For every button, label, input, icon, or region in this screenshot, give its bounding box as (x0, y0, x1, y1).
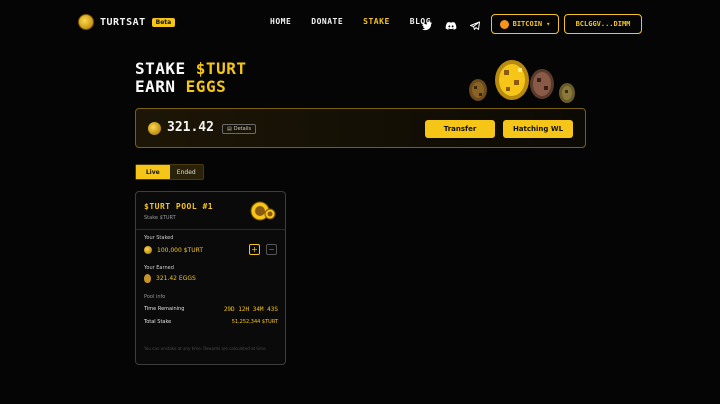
total-stake-value: 51,252,344 $TURT (231, 319, 278, 325)
hatching-wl-button[interactable]: Hatching WL (503, 120, 573, 138)
network-selector-button[interactable]: BITCOIN ▾ (491, 14, 559, 34)
nav-donate[interactable]: DONATE (311, 17, 343, 26)
earned-row: 321.42 EGGS (144, 274, 196, 283)
pool-status-tabs: Live Ended (135, 164, 204, 180)
details-label: Details (233, 126, 252, 132)
eggs-balance-value: 321.42 (167, 120, 214, 135)
brand-name: TURTSAT (100, 16, 146, 28)
time-remaining-value: 29D 12H 34M 43S (223, 306, 278, 313)
nav-links: HOME DONATE STAKE BLOG (270, 17, 431, 26)
hero-line1-prefix: STAKE (135, 59, 196, 78)
earned-label: Your Earned (144, 265, 174, 271)
time-remaining-row: Time Remaining 29D 12H 34M 43S (144, 306, 278, 313)
card-divider (136, 229, 285, 230)
unstake-minus-button[interactable]: − (266, 244, 277, 255)
telegram-icon[interactable] (469, 17, 481, 30)
turtle-logo-icon (78, 14, 94, 30)
wallet-address-button[interactable]: BCLGGV...DIMM (564, 14, 642, 34)
egg-icon (144, 274, 151, 283)
turt-coin-icon (144, 246, 152, 254)
pool-card: $TURT POOL #1 Stake $TURT Your Staked 10… (135, 191, 286, 365)
beta-badge: Beta (151, 17, 176, 27)
staked-value: 100,000 $TURT (157, 246, 203, 254)
pool-token-icon (250, 201, 276, 221)
document-icon: ▤ (227, 126, 232, 132)
chevron-down-icon: ▾ (546, 20, 551, 28)
page-title: STAKE $TURT EARN EGGS (135, 60, 246, 96)
hero-line1-accent: $TURT (195, 59, 247, 78)
pool-footer-note: You can unstake at any time. Rewards are… (144, 346, 267, 351)
logo[interactable]: TURTSAT Beta (78, 14, 176, 30)
total-stake-label: Total Stake (144, 319, 172, 325)
top-nav: TURTSAT Beta HOME DONATE STAKE BLOG BITC… (0, 12, 720, 36)
hero-line2-prefix: EARN (135, 77, 186, 96)
twitter-icon[interactable] (421, 17, 433, 31)
details-button[interactable]: ▤ Details (222, 124, 257, 134)
staked-row: 100,000 $TURT (144, 246, 203, 254)
hero-line2-accent: EGGS (185, 77, 227, 96)
social-links (421, 17, 481, 31)
eggs-balance-panel: 321.42 ▤ Details Transfer Hatching WL (135, 108, 586, 148)
eggs-illustration (469, 60, 575, 103)
pool-subtitle: Stake $TURT (144, 215, 176, 221)
time-remaining-label: Time Remaining (144, 306, 185, 312)
nav-stake[interactable]: STAKE (363, 17, 390, 26)
tab-ended[interactable]: Ended (170, 165, 204, 179)
pool-info-label: Pool info (144, 294, 166, 300)
pool-title: $TURT POOL #1 (144, 202, 214, 211)
nav-home[interactable]: HOME (270, 17, 291, 26)
earned-value: 321.42 EGGS (156, 275, 196, 282)
discord-icon[interactable] (445, 17, 457, 30)
network-label: BITCOIN (512, 20, 543, 28)
staked-label: Your Staked (144, 235, 174, 241)
egg-coin-icon (148, 122, 161, 135)
transfer-button[interactable]: Transfer (425, 120, 495, 138)
tab-live[interactable]: Live (136, 165, 170, 179)
bitcoin-icon (499, 19, 509, 29)
total-stake-row: Total Stake 51,252,344 $TURT (144, 319, 278, 325)
stake-plus-button[interactable]: + (249, 244, 260, 255)
